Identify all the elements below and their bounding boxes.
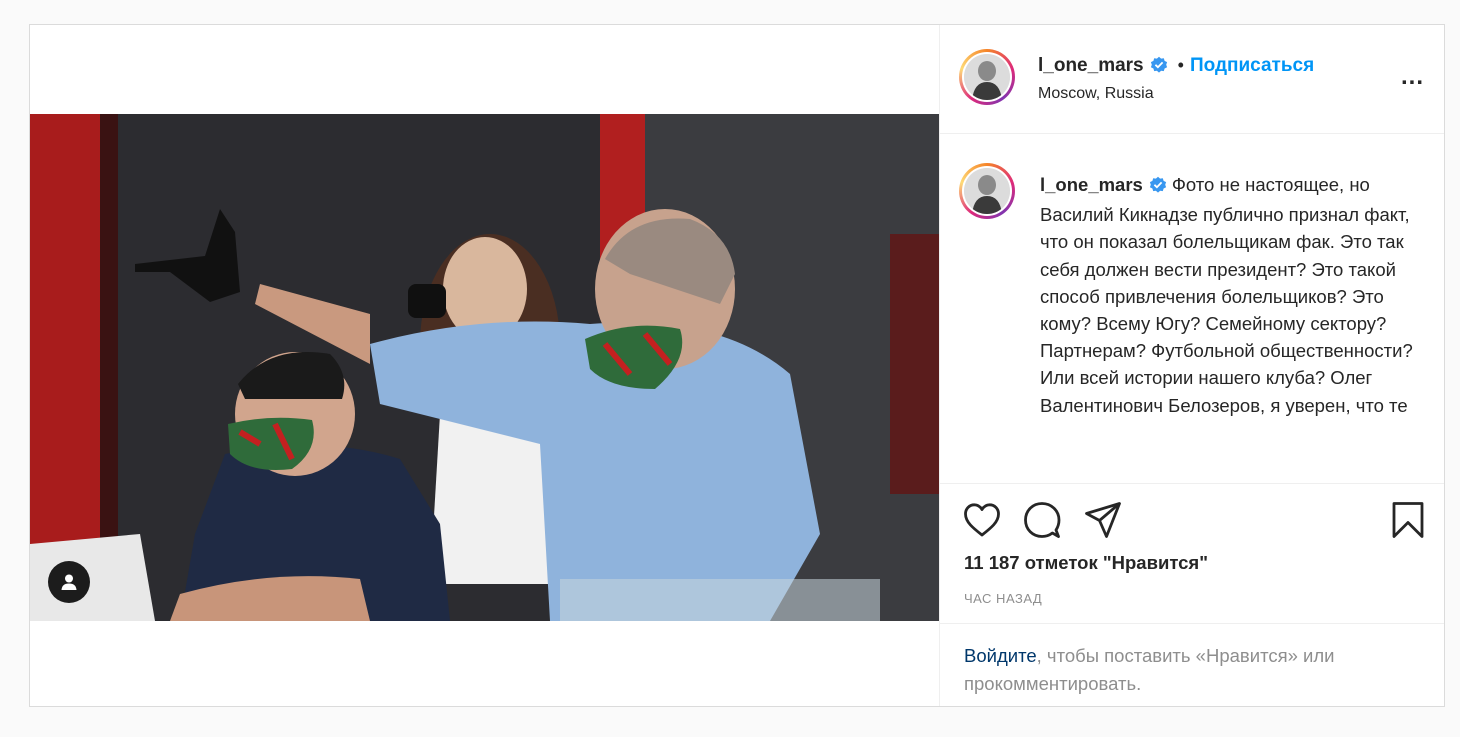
post-media-area bbox=[30, 25, 939, 706]
caption-author-avatar[interactable] bbox=[959, 163, 1015, 219]
login-link[interactable]: Войдите bbox=[964, 645, 1037, 666]
avatar-image bbox=[964, 168, 1010, 214]
instagram-post-card: l_one_mars • Подписаться Moscow, Russia ..… bbox=[29, 24, 1445, 707]
post-timestamp[interactable]: час назад bbox=[964, 591, 1042, 606]
author-avatar[interactable] bbox=[959, 49, 1015, 105]
more-options-button[interactable]: ... bbox=[1401, 65, 1424, 89]
post-actions-section: 11 187 отметок "Нравится" час назад Войд… bbox=[940, 483, 1444, 706]
avatar-image bbox=[964, 54, 1010, 100]
author-username[interactable]: l_one_mars bbox=[1038, 55, 1144, 76]
post-header: l_one_mars • Подписаться Moscow, Russia ..… bbox=[940, 25, 1444, 134]
login-prompt: Войдите, чтобы поставить «Нравится» или … bbox=[964, 642, 1404, 698]
heart-icon bbox=[964, 503, 1000, 537]
comment-bubble-icon bbox=[1024, 502, 1061, 538]
save-button[interactable] bbox=[1386, 498, 1430, 542]
post-photo[interactable] bbox=[30, 114, 939, 621]
caption-body: Фото не настоящее, но Василий Кикнадзе п… bbox=[1040, 174, 1413, 416]
like-button[interactable] bbox=[960, 498, 1004, 542]
header-separator: • bbox=[1177, 55, 1184, 75]
verified-badge-icon bbox=[1150, 56, 1168, 79]
share-button[interactable] bbox=[1081, 498, 1125, 542]
login-prompt-section: Войдите, чтобы поставить «Нравится» или … bbox=[940, 623, 1444, 706]
header-title-row: l_one_mars • Подписаться bbox=[1038, 55, 1314, 79]
location-link[interactable]: Moscow, Russia bbox=[1038, 85, 1154, 103]
caption-username[interactable]: l_one_mars bbox=[1040, 174, 1143, 195]
post-sidebar: l_one_mars • Подписаться Moscow, Russia ..… bbox=[939, 25, 1444, 706]
bookmark-icon bbox=[1392, 502, 1424, 538]
verified-badge-icon bbox=[1149, 174, 1167, 201]
likes-count[interactable]: 11 187 отметок "Нравится" bbox=[964, 552, 1208, 574]
user-tag-button[interactable] bbox=[48, 561, 90, 603]
user-tag-icon bbox=[61, 574, 77, 590]
follow-button[interactable]: Подписаться bbox=[1190, 55, 1314, 76]
caption-area: l_one_mars Фото не настоящее, но Василий … bbox=[940, 133, 1444, 483]
post-caption: l_one_mars Фото не настоящее, но Василий … bbox=[1040, 171, 1414, 419]
comment-button[interactable] bbox=[1020, 498, 1064, 542]
paper-plane-icon bbox=[1085, 502, 1121, 538]
post-photo-image bbox=[30, 114, 939, 621]
